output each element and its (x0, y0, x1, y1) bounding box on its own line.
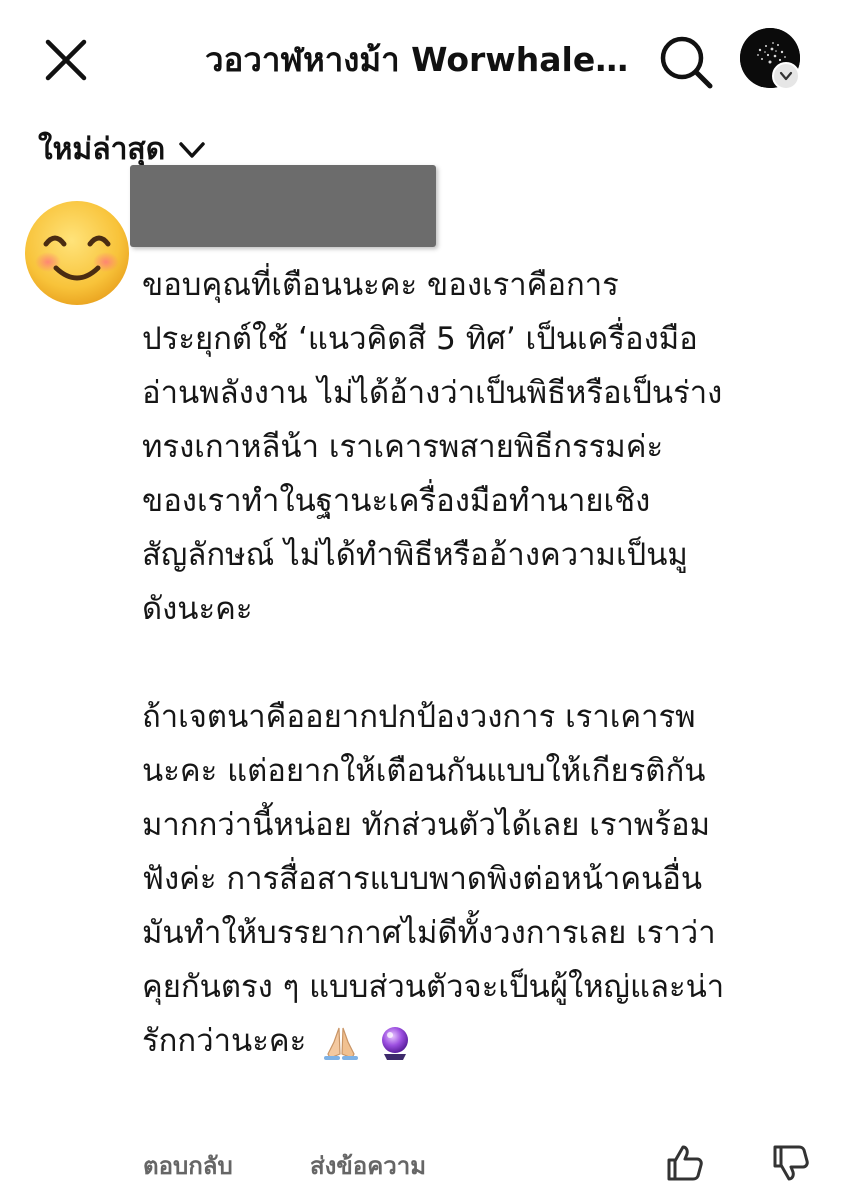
comment-line: ถ้าเจตนาคืออยากปกป้องวงการ เราเคารพ (142, 699, 696, 735)
comment-line-break (142, 636, 832, 690)
comment-line: ฟังค่ะ การสื่อสารแบบพาดพิงต่อหน้าคนอื่น (142, 861, 703, 897)
search-button[interactable] (656, 32, 716, 92)
comment-last-line: รักกว่านะคะ (142, 1014, 832, 1068)
reply-button[interactable]: ตอบกลับ (143, 1146, 233, 1185)
comment-line: คุยกันตรง ๆ แบบส่วนตัวจะเป็นผู้ใหญ่และน่… (142, 969, 725, 1005)
comment-line: ดังนะคะ (142, 591, 253, 627)
crystal-ball-emoji-icon (381, 1026, 408, 1060)
comment-line: อ่านพลังงาน ไม่ได้อ้างว่าเป็นพิธีหรือเป็… (142, 375, 723, 411)
dislike-button[interactable] (770, 1142, 812, 1184)
comment-line: มากกว่านี้หน่อย ทักส่วนตัวได้เลย เราพร้อ… (142, 807, 711, 843)
chevron-down-icon (779, 71, 793, 81)
like-button[interactable] (664, 1142, 706, 1184)
comment-line: มันทำให้บรรยากาศไม่ดีทั้งวงการเลย เราว่า (142, 915, 716, 951)
comment-text: ขอบคุณที่เตือนนะคะ ของเราคือการ ประยุกต์… (142, 258, 832, 1068)
search-icon (660, 36, 713, 89)
page-title: วอวาฬหางม้า Worwhale Ponytail (205, 40, 635, 79)
send-message-button[interactable]: ส่งข้อความ (310, 1146, 426, 1185)
account-avatar-button[interactable] (740, 28, 802, 90)
thumbs-down-icon (773, 1145, 809, 1181)
comment-actions: ตอบกลับ ส่งข้อความ (0, 1138, 846, 1194)
comment-line: นะคะ แต่อยากให้เตือนกันแบบให้เกียรติกัน (142, 753, 706, 789)
thumbs-up-icon (667, 1145, 703, 1181)
redacted-author-name (130, 165, 436, 247)
folded-hands-emoji-icon (324, 1027, 359, 1060)
comment-line: รักกว่านะคะ (142, 1023, 307, 1059)
smiling-face-emoji-icon (25, 201, 129, 305)
top-bar: วอวาฬหางม้า Worwhale Ponytail (0, 0, 846, 120)
commenter-avatar[interactable] (22, 198, 132, 308)
comment-line: ประยุกต์ใช้ ‘แนวคิดสี 5 ทิศ’ เป็นเครื่อง… (142, 321, 698, 357)
comment-line: สัญลักษณ์ ไม่ได้ทำพิธีหรืออ้างความเป็นมู (142, 537, 688, 573)
account-switch-badge[interactable] (772, 62, 800, 90)
comment-line: ทรงเกาหลีน้า เราเคารพสายพิธีกรรมค่ะ (142, 429, 664, 465)
chevron-down-icon (179, 142, 205, 158)
close-button[interactable] (42, 36, 90, 84)
comment-line: ขอบคุณที่เตือนนะคะ ของเราคือการ (142, 267, 619, 303)
comment-line: ของเราทำในฐานะเครื่องมือทำนายเชิง (142, 483, 651, 519)
close-icon (45, 39, 87, 81)
